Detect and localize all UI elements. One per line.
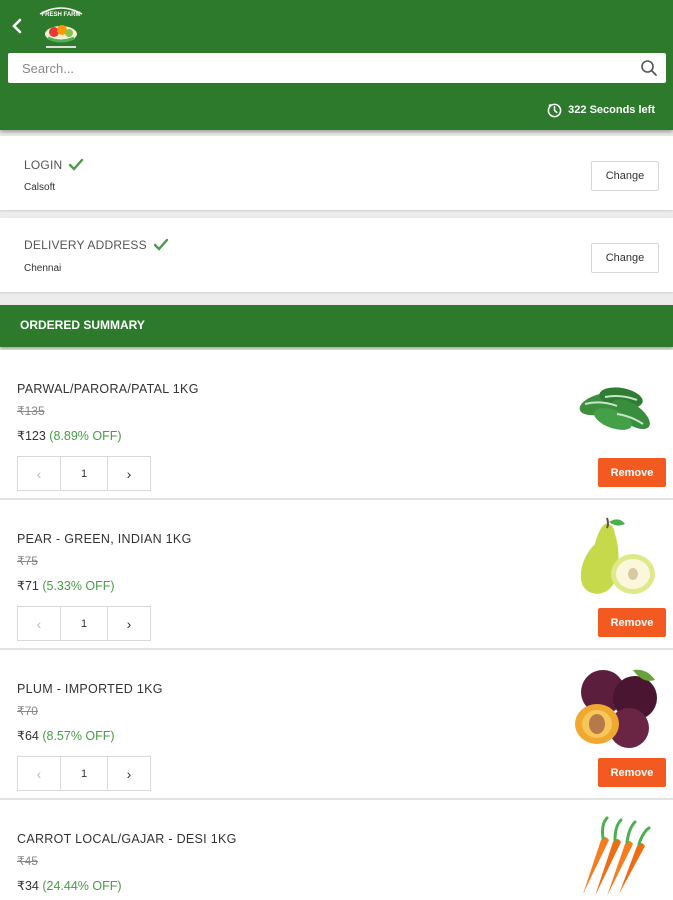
pear-image [580, 517, 655, 594]
item-price: ₹123 [17, 429, 46, 443]
remove-item-button[interactable]: Remove [598, 608, 666, 637]
cart-item: PARWAL/PARORA/PATAL 1KG ₹135 ₹123 (8.89%… [0, 350, 673, 500]
item-price: ₹34 [17, 879, 39, 893]
change-login-button[interactable]: Change [591, 161, 659, 191]
item-discount: (8.89% OFF) [49, 429, 122, 443]
item-price: ₹71 [17, 579, 39, 593]
search-icon[interactable] [640, 59, 658, 77]
countdown-timer: 322 Seconds left [547, 101, 655, 119]
item-price-row: ₹64 (8.57% OFF) [17, 728, 115, 743]
login-card: LOGIN Calsoft Change [0, 136, 673, 210]
remove-item-button[interactable]: Remove [598, 458, 666, 487]
item-mrp: ₹135 [17, 404, 45, 418]
back-arrow-icon[interactable] [10, 16, 26, 38]
item-name: PEAR - GREEN, INDIAN 1KG [17, 532, 192, 546]
cart-item: PEAR - GREEN, INDIAN 1KG ₹75 ₹71 (5.33% … [0, 500, 673, 650]
item-mrp: ₹75 [17, 554, 38, 568]
item-discount: (8.57% OFF) [42, 729, 115, 743]
decrease-qty-button[interactable]: ‹ [18, 607, 61, 640]
item-mrp: ₹70 [17, 704, 38, 718]
cart-item: PLUM - IMPORTED 1KG ₹70 ₹64 (8.57% OFF) … [0, 650, 673, 800]
increase-qty-button[interactable]: › [107, 757, 150, 790]
login-title-label: LOGIN [24, 158, 63, 172]
search-input[interactable] [8, 53, 628, 83]
quantity-stepper: ‹ 1 › [17, 756, 151, 791]
app-header: FRESH FARM 322 Seconds left [0, 0, 673, 130]
delivery-title: DELIVERY ADDRESS [24, 238, 169, 252]
delivery-value: Chennai [24, 263, 62, 274]
search-bar [8, 53, 666, 83]
delivery-title-label: DELIVERY ADDRESS [24, 238, 147, 252]
timer-icon [547, 103, 562, 117]
plum-image [575, 669, 657, 748]
quantity-stepper: ‹ 1 › [17, 456, 151, 491]
parwal-image [579, 387, 650, 430]
change-address-button[interactable]: Change [591, 243, 659, 273]
item-discount: (5.33% OFF) [42, 579, 115, 593]
item-name: PARWAL/PARORA/PATAL 1KG [17, 382, 199, 396]
check-icon [153, 238, 169, 251]
timer-text: 322 Seconds left [568, 104, 655, 116]
increase-qty-button[interactable]: › [107, 607, 150, 640]
cart-item: CARROT LOCAL/GAJAR - DESI 1KG ₹45 ₹34 (2… [0, 800, 673, 900]
item-name: CARROT LOCAL/GAJAR - DESI 1KG [17, 832, 237, 846]
fresh-farm-logo[interactable]: FRESH FARM [34, 4, 88, 52]
item-discount: (24.44% OFF) [42, 879, 122, 893]
carrot-image [583, 816, 651, 896]
item-price: ₹64 [17, 729, 39, 743]
quantity-value: 1 [80, 767, 88, 780]
quantity-value: 1 [80, 467, 88, 480]
decrease-qty-button[interactable]: ‹ [18, 757, 61, 790]
quantity-stepper: ‹ 1 › [17, 606, 151, 641]
check-icon [69, 158, 84, 171]
item-mrp: ₹45 [17, 854, 38, 868]
ordered-summary-header: ORDERED SUMMARY [0, 305, 673, 347]
summary-title: ORDERED SUMMARY [20, 318, 145, 332]
item-name: PLUM - IMPORTED 1KG [17, 682, 163, 696]
item-price-row: ₹123 (8.89% OFF) [17, 428, 122, 443]
login-value: Calsoft [24, 182, 56, 193]
delivery-address-card: DELIVERY ADDRESS Chennai Change [0, 218, 673, 292]
login-title: LOGIN [24, 158, 84, 172]
remove-item-button[interactable]: Remove [598, 758, 666, 787]
increase-qty-button[interactable]: › [107, 457, 150, 490]
item-price-row: ₹71 (5.33% OFF) [17, 578, 115, 593]
item-price-row: ₹34 (24.44% OFF) [17, 878, 122, 893]
logo-text: FRESH FARM [42, 12, 81, 18]
quantity-value: 1 [80, 617, 88, 630]
decrease-qty-button[interactable]: ‹ [18, 457, 61, 490]
